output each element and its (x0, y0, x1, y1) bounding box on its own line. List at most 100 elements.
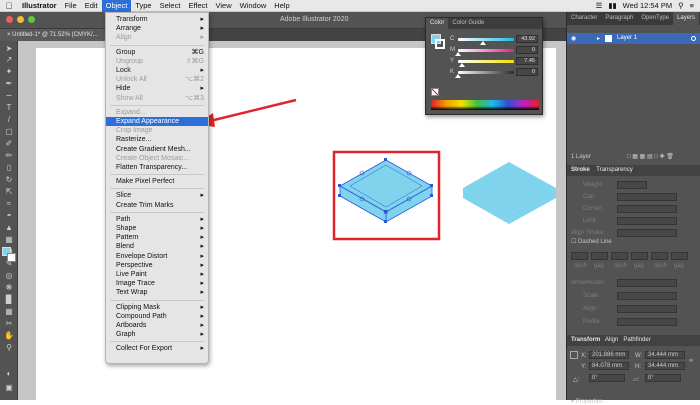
tab-opentype[interactable]: OpenType (637, 12, 673, 25)
channel-value-k[interactable]: 0 (516, 68, 538, 76)
blend-tool-icon[interactable]: ◎ (4, 271, 14, 280)
menu-item-artboards[interactable]: Artboards ▸ (106, 321, 208, 330)
visibility-eye-icon[interactable]: ◉ (571, 35, 576, 42)
menu-item-group[interactable]: Group ⌘G (106, 48, 208, 57)
channel-value-c[interactable]: 43.92 (516, 35, 538, 43)
stroke-field-control[interactable] (617, 205, 677, 213)
stroke-field-control[interactable] (617, 181, 647, 189)
channel-slider-y[interactable] (458, 60, 514, 67)
menu-item-arrange[interactable]: Arrange ▸ (106, 24, 208, 33)
menu-item-path[interactable]: Path ▸ (106, 215, 208, 224)
line-tool-icon[interactable]: / (4, 115, 14, 124)
stroke-field-control[interactable] (617, 305, 677, 313)
h-field[interactable]: 34.444 mm (645, 362, 685, 370)
none-swatch[interactable] (431, 88, 439, 96)
width-tool-icon[interactable]: ≈ (4, 199, 14, 208)
dash-field[interactable] (571, 252, 588, 260)
tab-transparency[interactable]: Transparency (596, 167, 632, 173)
menu-item-blend[interactable]: Blend ▸ (106, 242, 208, 251)
dash-field[interactable] (671, 252, 688, 260)
tab-paragraph[interactable]: Paragraph (601, 12, 637, 25)
menu-item-perspective[interactable]: Perspective ▸ (106, 261, 208, 270)
slider-handle-icon[interactable] (455, 52, 461, 56)
perspective-grid-tool-icon[interactable]: ▲ (4, 223, 14, 232)
menu-item-rasterize[interactable]: Rasterize... (106, 135, 208, 144)
shear-field[interactable]: 0° (645, 374, 681, 382)
slice-tool-icon[interactable]: ✂ (4, 319, 14, 328)
paintbrush-tool-icon[interactable]: ✐ (4, 139, 14, 148)
x-field[interactable]: 201.886 mm (589, 351, 629, 359)
expanded-isometric-shape[interactable] (463, 162, 556, 224)
menu-item-create-trim-marks[interactable]: Create Trim Marks (106, 201, 208, 210)
color-spectrum-bar[interactable] (431, 100, 539, 110)
stroke-field-control[interactable] (617, 193, 677, 201)
menu-item-create-gradient-mesh[interactable]: Create Gradient Mesh... (106, 145, 208, 154)
menu-item-expand-appearance[interactable]: Expand Appearance (106, 117, 208, 126)
menu-item-hide[interactable]: Hide ▸ (106, 84, 208, 93)
selected-isometric-shape[interactable] (338, 158, 433, 223)
layer-target-icon[interactable] (691, 36, 696, 41)
tab-transform[interactable]: Transform (571, 337, 600, 343)
constrain-proportions-icon[interactable]: ∞ (689, 358, 693, 364)
dash-field[interactable] (651, 252, 668, 260)
menu-item-live-paint[interactable]: Live Paint ▸ (106, 270, 208, 279)
zoom-tool-icon[interactable]: ⚲ (4, 343, 14, 352)
selection-tool-icon[interactable]: ➤ (4, 44, 14, 53)
menu-item-lock[interactable]: Lock ▸ (106, 66, 208, 75)
menu-item-shape[interactable]: Shape ▸ (106, 224, 208, 233)
scale-tool-icon[interactable]: ⇱ (4, 187, 14, 196)
reference-point-icon[interactable] (570, 351, 578, 359)
menu-item-graph[interactable]: Graph ▸ (106, 330, 208, 339)
channel-slider-k[interactable] (455, 71, 514, 78)
expand-layer-icon[interactable]: ▸ (597, 35, 600, 42)
dash-field[interactable] (631, 252, 648, 260)
eraser-tool-icon[interactable]: ▯ (4, 163, 14, 172)
tab-layers[interactable]: Layers (673, 12, 700, 25)
shape-builder-tool-icon[interactable]: ◓ (4, 211, 14, 220)
hand-tool-icon[interactable]: ✋ (4, 331, 14, 340)
rotate-field[interactable]: 0° (589, 374, 625, 382)
tab-stroke[interactable]: Stroke (571, 167, 590, 173)
menu-item-compound-path[interactable]: Compound Path ▸ (106, 312, 208, 321)
curvature-tool-icon[interactable]: ∽ (4, 91, 14, 100)
tab-align[interactable]: Align (605, 337, 618, 343)
menu-item-flatten-transparency[interactable]: Flatten Transparency... (106, 163, 208, 172)
mesh-tool-icon[interactable]: ▦ (4, 235, 14, 244)
stroke-field-control[interactable] (617, 279, 677, 287)
stroke-field-control[interactable] (617, 318, 677, 326)
slider-handle-icon[interactable] (458, 63, 465, 67)
channel-value-y[interactable]: 7.45 (516, 57, 538, 65)
dash-field[interactable] (591, 252, 608, 260)
menu-item-make-pixel-perfect[interactable]: Make Pixel Perfect (106, 177, 208, 186)
menu-item-pattern[interactable]: Pattern ▸ (106, 233, 208, 242)
channel-slider-c[interactable] (458, 38, 514, 45)
artboard-tool-icon[interactable]: ▦ (4, 307, 14, 316)
menu-item-collect-for-export[interactable]: Collect For Export ▸ (106, 344, 208, 353)
layer-row[interactable]: ◉ ▸ Layer 1 (567, 33, 700, 44)
tab-color-guide[interactable]: Color Guide (448, 18, 488, 29)
graph-tool-icon[interactable]: ▉ (4, 295, 14, 304)
tab-color[interactable]: Color (426, 18, 449, 29)
rectangle-tool-icon[interactable]: ▢ (4, 127, 14, 136)
color-stroke-swatch[interactable] (435, 39, 445, 49)
layer-name[interactable]: Layer 1 (617, 35, 637, 41)
menu-item-transform[interactable]: Transform ▸ (106, 15, 208, 24)
menu-item-clipping-mask[interactable]: Clipping Mask ▸ (106, 303, 208, 312)
menu-item-text-wrap[interactable]: Text Wrap ▸ (106, 288, 208, 297)
slider-handle-icon[interactable] (455, 74, 461, 78)
drawing-modes-icon[interactable]: ◐ (4, 369, 14, 378)
tab-pathfinder[interactable]: Pathfinder (623, 337, 650, 343)
stroke-field-control[interactable] (617, 229, 677, 237)
rotate-tool-icon[interactable]: ↻ (4, 175, 14, 184)
stroke-field-control[interactable] (617, 217, 677, 225)
pen-tool-icon[interactable]: ✒ (4, 79, 14, 88)
slider-handle-icon[interactable] (479, 41, 486, 45)
symbol-sprayer-tool-icon[interactable]: ❋ (4, 283, 14, 292)
type-tool-icon[interactable]: T (4, 103, 14, 112)
dash-field[interactable] (611, 252, 628, 260)
magic-wand-tool-icon[interactable]: ✦ (4, 67, 14, 76)
direct-selection-tool-icon[interactable]: ↗ (4, 55, 14, 64)
pencil-tool-icon[interactable]: ✏ (4, 151, 14, 160)
menu-item-image-trace[interactable]: Image Trace ▸ (106, 279, 208, 288)
menu-item-slice[interactable]: Slice ▸ (106, 191, 208, 200)
